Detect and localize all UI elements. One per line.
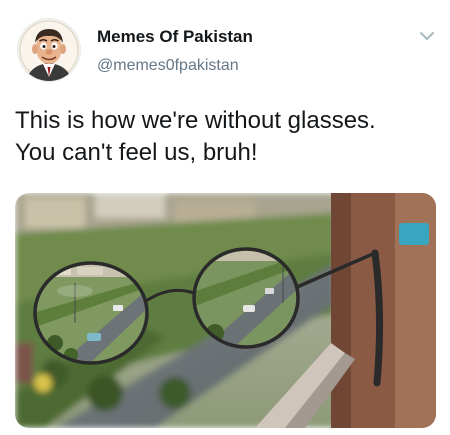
chevron-down-icon[interactable]: [417, 28, 437, 44]
glasses-on-balcony-photo: [15, 193, 436, 428]
tweet-photo[interactable]: [15, 193, 436, 428]
tweet-card: Memes Of Pakistan @memes0fpakistan This …: [0, 0, 450, 435]
user-handle[interactable]: @memes0fpakistan: [97, 57, 239, 75]
profile-avatar[interactable]: [18, 19, 80, 81]
tweet-text-line: This is how we're without glasses.: [15, 107, 376, 134]
tweet-text: This is how we're without glasses. You c…: [15, 105, 440, 169]
cartoon-man-avatar-icon: [18, 19, 80, 81]
display-name[interactable]: Memes Of Pakistan: [97, 27, 253, 47]
tweet-text-line: You can't feel us, bruh!: [15, 139, 258, 166]
